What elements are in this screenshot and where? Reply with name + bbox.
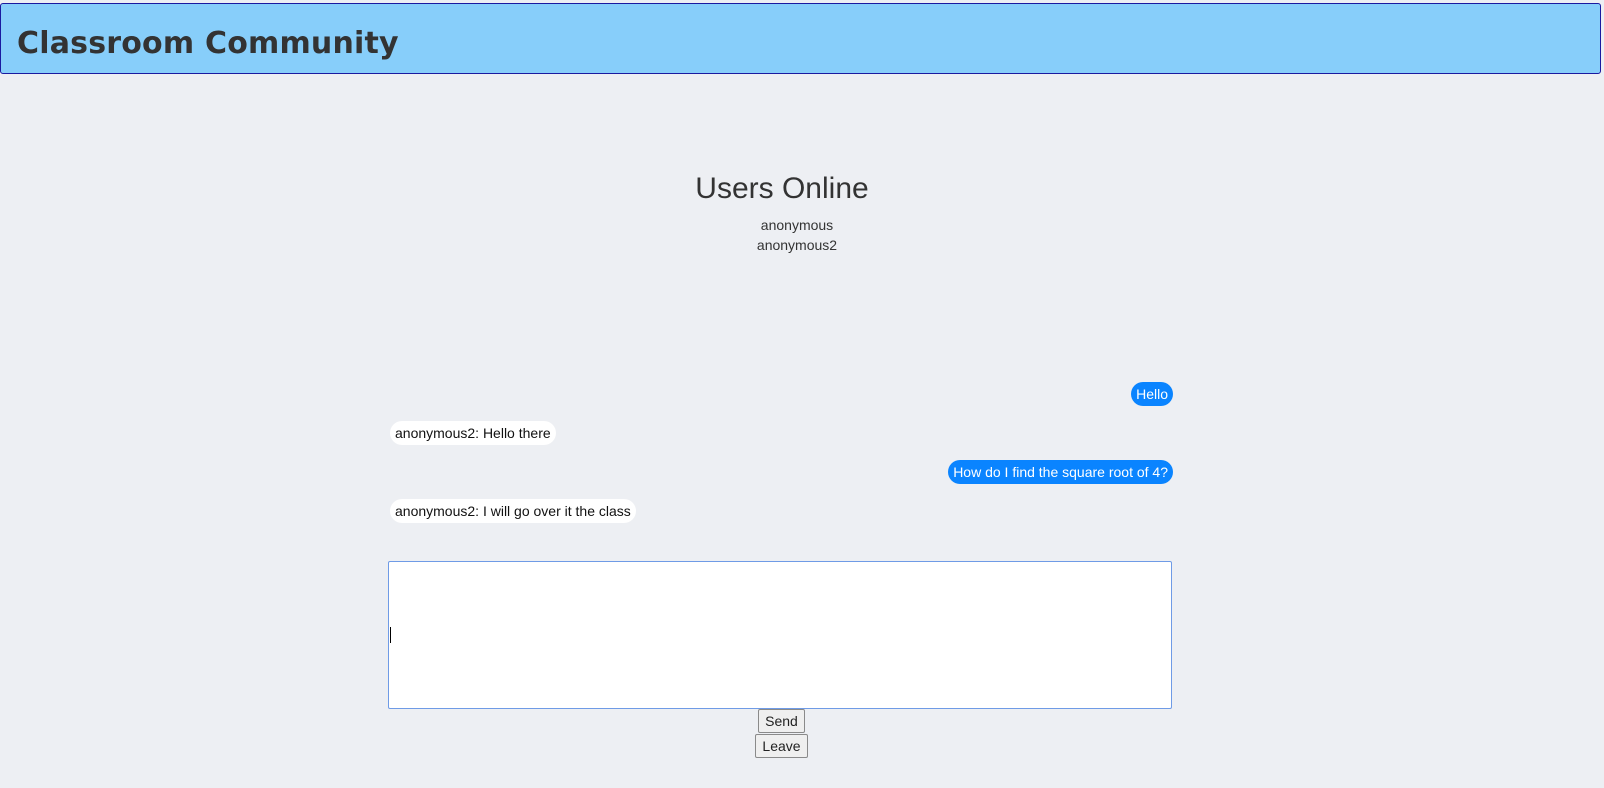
users-online-heading: Users Online [695,172,869,205]
message-row: How do I find the square root of 4? [390,460,1173,484]
app-title: Classroom Community [17,26,399,61]
send-button[interactable]: Send [758,709,805,733]
message-input[interactable] [388,561,1172,709]
online-user: anonymous [760,217,834,233]
message-row: anonymous2: Hello there [390,421,1173,445]
leave-button[interactable]: Leave [755,734,808,758]
users-online-list: anonymous anonymous2 [0,215,1594,255]
message-row: Hello [390,382,1173,406]
app-header: Classroom Community [0,3,1601,74]
text-cursor [390,627,391,643]
sent-message: Hello [1131,382,1173,406]
message-row: anonymous2: I will go over it the class [390,499,1173,523]
chat-messages: Hello anonymous2: Hello there How do I f… [390,380,1173,540]
received-message: anonymous2: I will go over it the class [390,499,636,523]
sent-message: How do I find the square root of 4? [948,460,1173,484]
online-user: anonymous2 [756,237,838,253]
received-message: anonymous2: Hello there [390,421,556,445]
